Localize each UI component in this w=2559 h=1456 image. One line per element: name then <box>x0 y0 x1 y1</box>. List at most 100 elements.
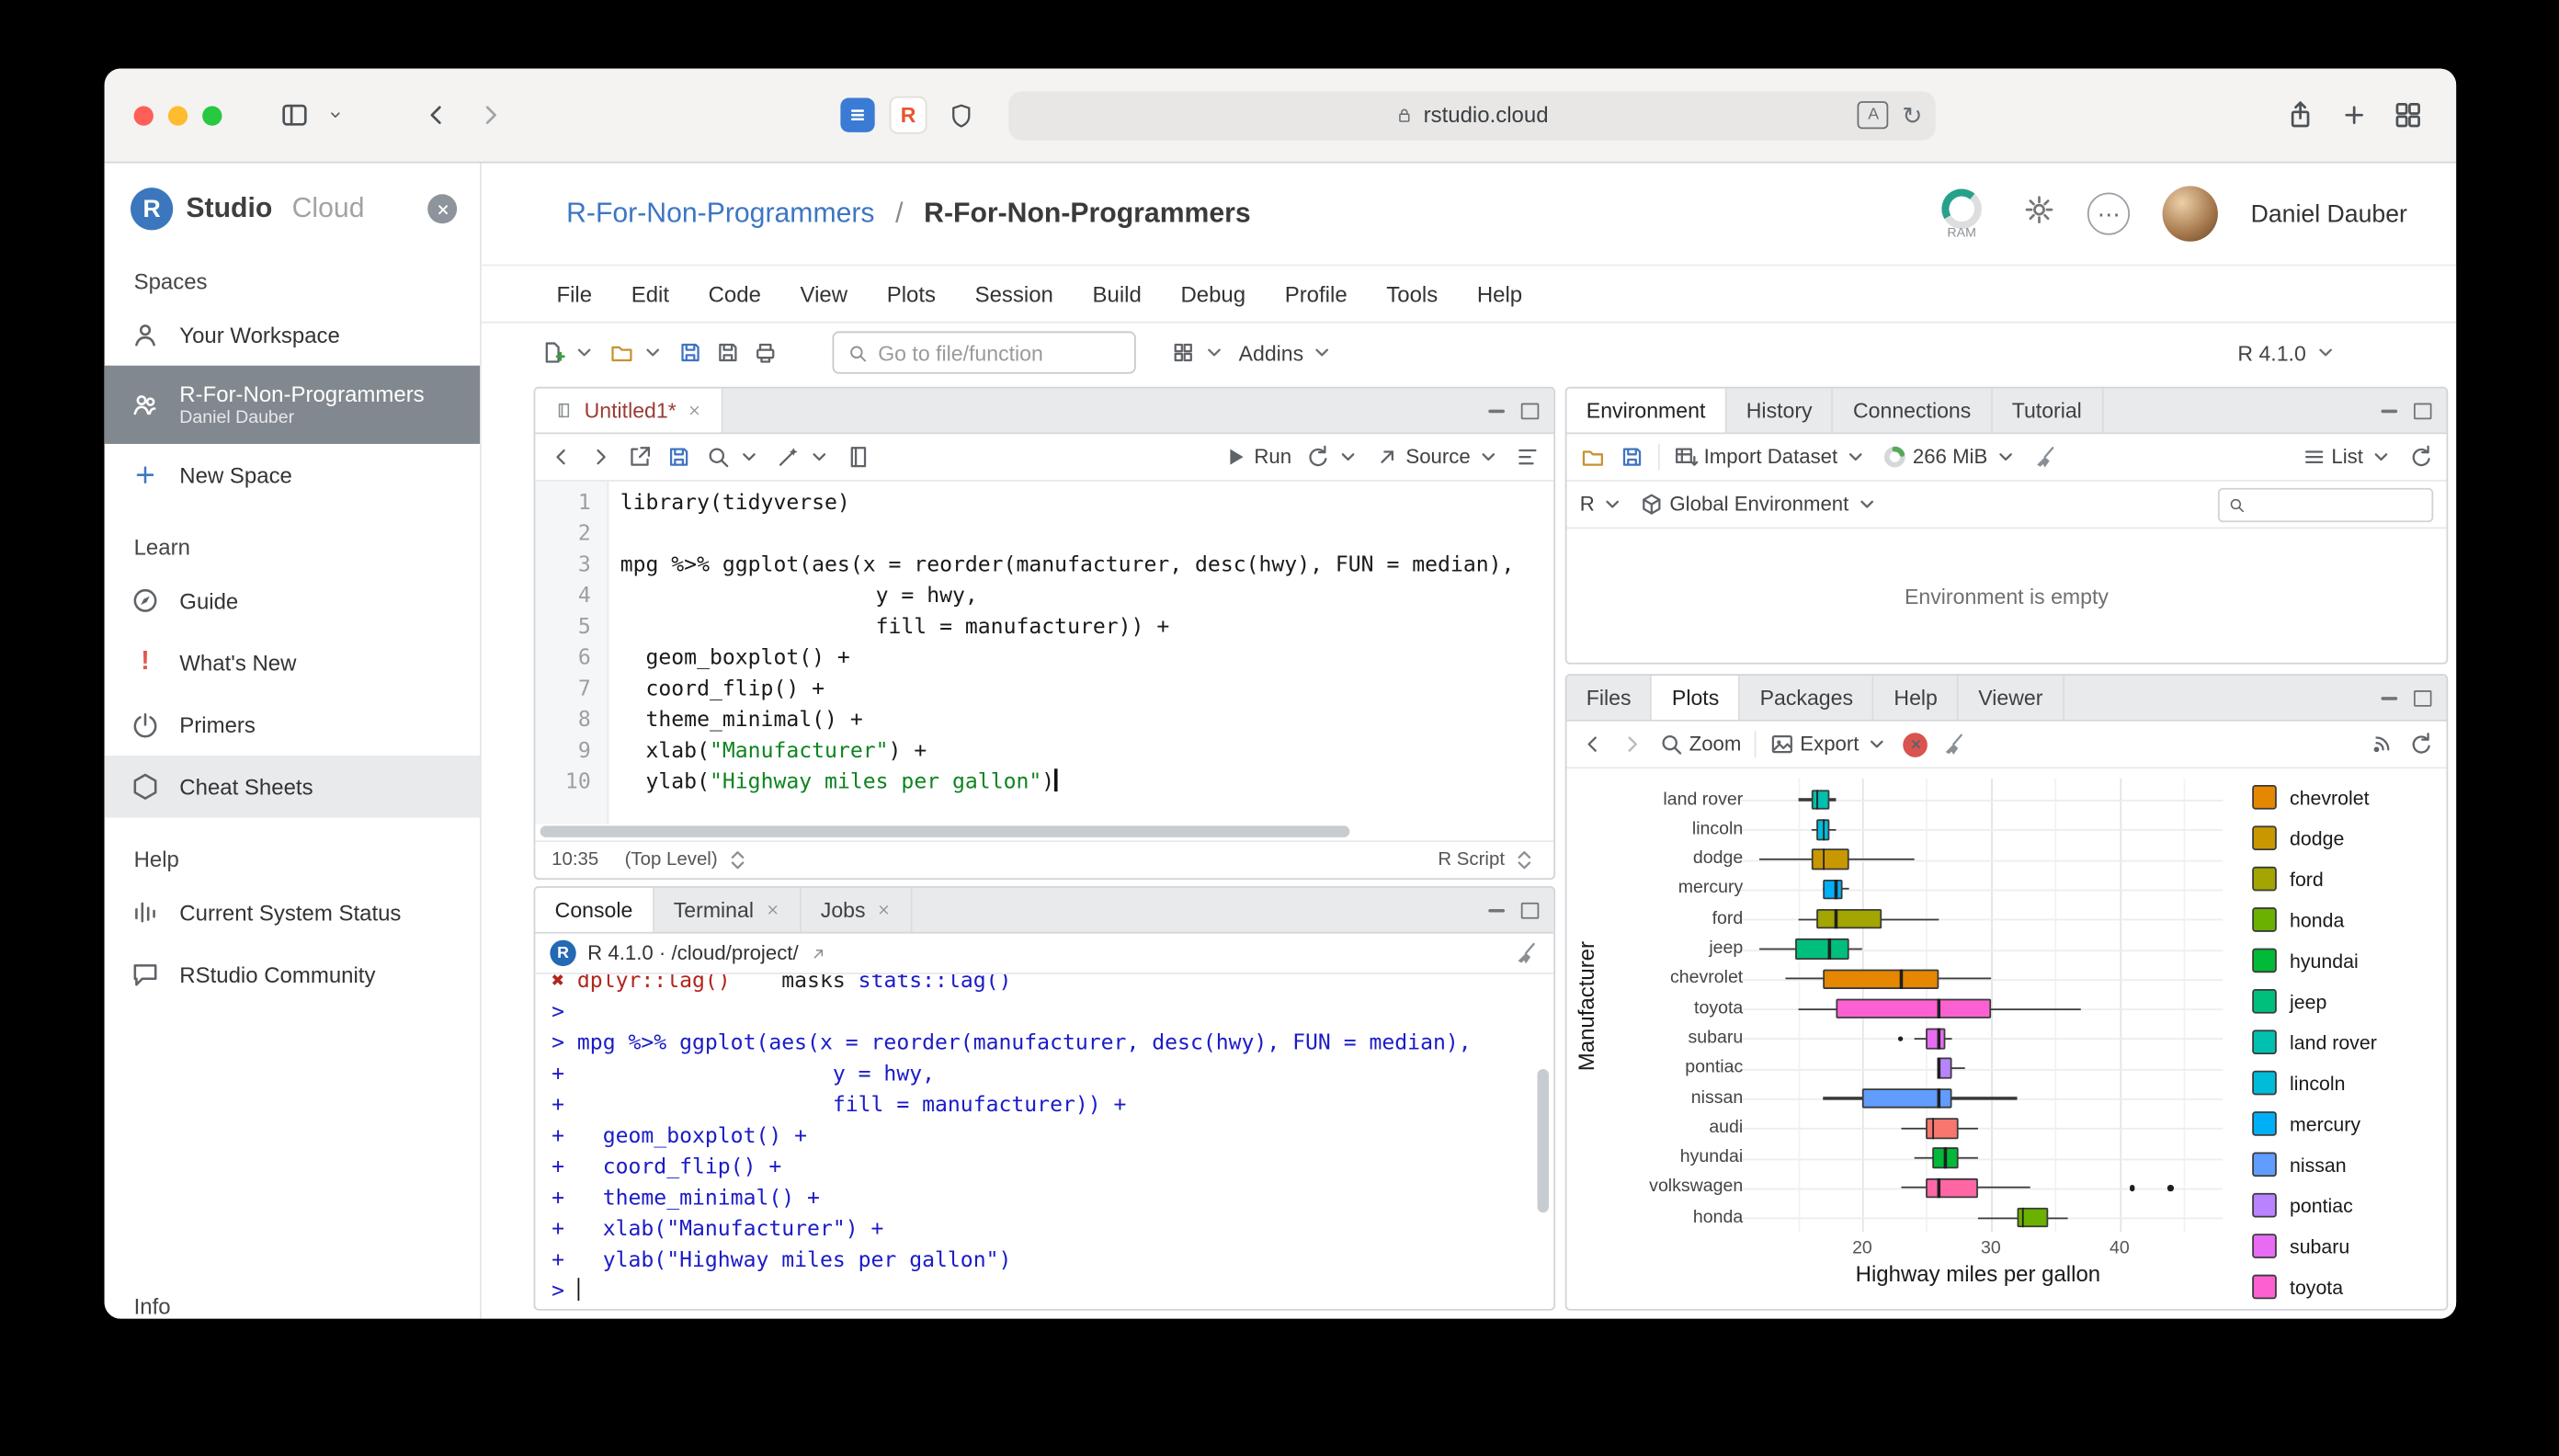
open-file-button[interactable] <box>608 339 665 365</box>
user-avatar[interactable] <box>2162 186 2219 242</box>
tab-terminal[interactable]: Terminal <box>654 887 802 932</box>
minimize-pane-icon[interactable] <box>2381 408 2398 413</box>
tab-overview-icon[interactable] <box>2388 96 2428 135</box>
document-outline-icon[interactable] <box>1515 444 1541 470</box>
extension-stack-icon[interactable] <box>840 97 875 132</box>
tab-plots[interactable]: Plots <box>1652 676 1741 720</box>
compile-report-icon[interactable] <box>846 444 871 470</box>
breadcrumb-space-link[interactable]: R-For-Non-Programmers <box>566 198 874 229</box>
sidebar-chevron-icon[interactable] <box>315 96 355 135</box>
tab-jobs[interactable]: Jobs <box>801 887 914 932</box>
console-vscroll-thumb[interactable] <box>1537 1068 1549 1213</box>
menu-session[interactable]: Session <box>955 281 1073 306</box>
find-replace-icon[interactable] <box>705 444 762 470</box>
tab-connections[interactable]: Connections <box>1834 388 1993 433</box>
editor-hscrollbar[interactable] <box>535 825 1553 841</box>
source-forward-icon[interactable] <box>587 444 613 470</box>
code-tools-icon[interactable] <box>775 444 832 470</box>
clear-plots-icon[interactable] <box>1940 731 1966 756</box>
list-view-dropdown[interactable]: List <box>2301 444 2394 470</box>
source-button[interactable]: Source <box>1375 444 1502 470</box>
menu-view[interactable]: View <box>780 281 867 306</box>
save-button[interactable] <box>677 339 703 365</box>
scope-selector[interactable]: (Top Level) <box>625 847 751 872</box>
menu-plots[interactable]: Plots <box>867 281 955 306</box>
address-bar[interactable]: rstudio.cloud A ↻ <box>1008 90 1936 140</box>
export-dropdown[interactable]: Export <box>1769 731 1891 756</box>
publish-icon[interactable] <box>2368 731 2394 756</box>
new-file-button[interactable] <box>540 339 597 365</box>
ram-gauge[interactable]: RAM <box>1932 188 1991 240</box>
language-selector[interactable]: R <box>1580 491 1626 517</box>
menu-debug[interactable]: Debug <box>1161 281 1265 306</box>
tab-environment[interactable]: Environment <box>1566 388 1727 433</box>
clear-console-icon[interactable] <box>1513 940 1539 966</box>
maximize-pane-icon[interactable] <box>1520 402 1540 419</box>
extension-rstudio-icon[interactable]: R <box>889 96 927 134</box>
tab-untitled1[interactable]: Untitled1* <box>535 388 724 433</box>
forward-button[interactable] <box>470 96 509 135</box>
extension-shield-icon[interactable] <box>941 96 981 135</box>
save-doc-icon[interactable] <box>665 444 691 470</box>
rerun-button[interactable] <box>1304 444 1361 470</box>
menu-help[interactable]: Help <box>1458 281 1542 306</box>
next-plot-icon[interactable] <box>1619 731 1644 756</box>
translate-icon[interactable]: A <box>1858 101 1890 130</box>
clear-environment-icon[interactable] <box>2031 444 2057 470</box>
minimize-window-button[interactable] <box>167 105 188 125</box>
goto-file-function-input[interactable]: Go to file/function <box>832 331 1136 374</box>
print-button[interactable] <box>753 339 779 365</box>
sidebar-toggle-icon[interactable] <box>274 96 313 135</box>
close-tab-icon[interactable] <box>688 404 702 418</box>
zoom-button[interactable]: Zoom <box>1658 731 1741 756</box>
addins-dropdown[interactable]: Addins <box>1239 339 1335 365</box>
menu-code[interactable]: Code <box>688 281 780 306</box>
maximize-pane-icon[interactable] <box>2413 402 2432 419</box>
close-window-button[interactable] <box>133 105 154 125</box>
import-dataset-dropdown[interactable]: Import Dataset <box>1673 444 1869 470</box>
source-back-icon[interactable] <box>549 444 574 470</box>
sidebar-item-new-space[interactable]: New Space <box>105 444 480 506</box>
tab-history[interactable]: History <box>1726 388 1834 433</box>
more-options-icon[interactable]: ⋯ <box>2087 192 2131 235</box>
close-jobs-icon[interactable] <box>877 903 892 917</box>
maximize-pane-icon[interactable] <box>2413 689 2432 706</box>
menu-edit[interactable]: Edit <box>611 281 688 306</box>
panes-grid-icon[interactable] <box>1170 339 1227 365</box>
open-in-new-icon[interactable] <box>810 944 828 962</box>
menu-build[interactable]: Build <box>1073 281 1161 306</box>
tab-tutorial[interactable]: Tutorial <box>1992 388 2103 433</box>
minimize-pane-icon[interactable] <box>2381 696 2398 700</box>
tab-files[interactable]: Files <box>1566 676 1653 720</box>
environment-search-input[interactable] <box>2217 486 2434 522</box>
maximize-pane-icon[interactable] <box>1520 901 1540 918</box>
tab-packages[interactable]: Packages <box>1740 676 1875 720</box>
load-workspace-icon[interactable] <box>1580 444 1606 470</box>
share-icon[interactable] <box>2280 96 2319 135</box>
refresh-plot-icon[interactable] <box>2407 731 2433 756</box>
sidebar-footer-info[interactable]: Info <box>134 1294 171 1319</box>
minimize-pane-icon[interactable] <box>1488 408 1506 413</box>
code-editor[interactable]: 1 library(tidyverse) 2 3 mpg %>% ggplot(aes(… <box>535 481 1553 825</box>
sidebar-item-guide[interactable]: Guide <box>105 570 480 631</box>
hscroll-thumb[interactable] <box>540 825 1350 837</box>
sidebar-item-rstudio-community[interactable]: RStudio Community <box>105 943 480 1005</box>
new-tab-icon[interactable] <box>2334 96 2373 135</box>
sidebar-item-your-workspace[interactable]: Your Workspace <box>105 303 480 365</box>
doc-type-selector[interactable]: R Script <box>1438 847 1537 872</box>
save-all-button[interactable] <box>715 339 741 365</box>
r-version-dropdown[interactable]: R 4.1.0 <box>2237 339 2338 365</box>
menu-tools[interactable]: Tools <box>1367 281 1458 306</box>
back-button[interactable] <box>416 96 456 135</box>
refresh-icon[interactable] <box>2407 444 2433 470</box>
sidebar-item-r-for-non-programmers[interactable]: R-For-Non-Programmers Daniel Dauber <box>104 365 480 444</box>
maximize-window-button[interactable] <box>202 105 222 125</box>
sidebar-close-icon[interactable] <box>427 194 458 224</box>
tab-help[interactable]: Help <box>1874 676 1959 720</box>
sidebar-item-what-s-new[interactable]: ! What's New <box>105 631 480 693</box>
sidebar-item-current-system-status[interactable]: Current System Status <box>105 882 480 943</box>
menu-profile[interactable]: Profile <box>1265 281 1367 306</box>
sidebar-item-primers[interactable]: Primers <box>105 694 480 756</box>
settings-gear-icon[interactable] <box>2024 194 2055 233</box>
popout-icon[interactable] <box>627 444 653 470</box>
